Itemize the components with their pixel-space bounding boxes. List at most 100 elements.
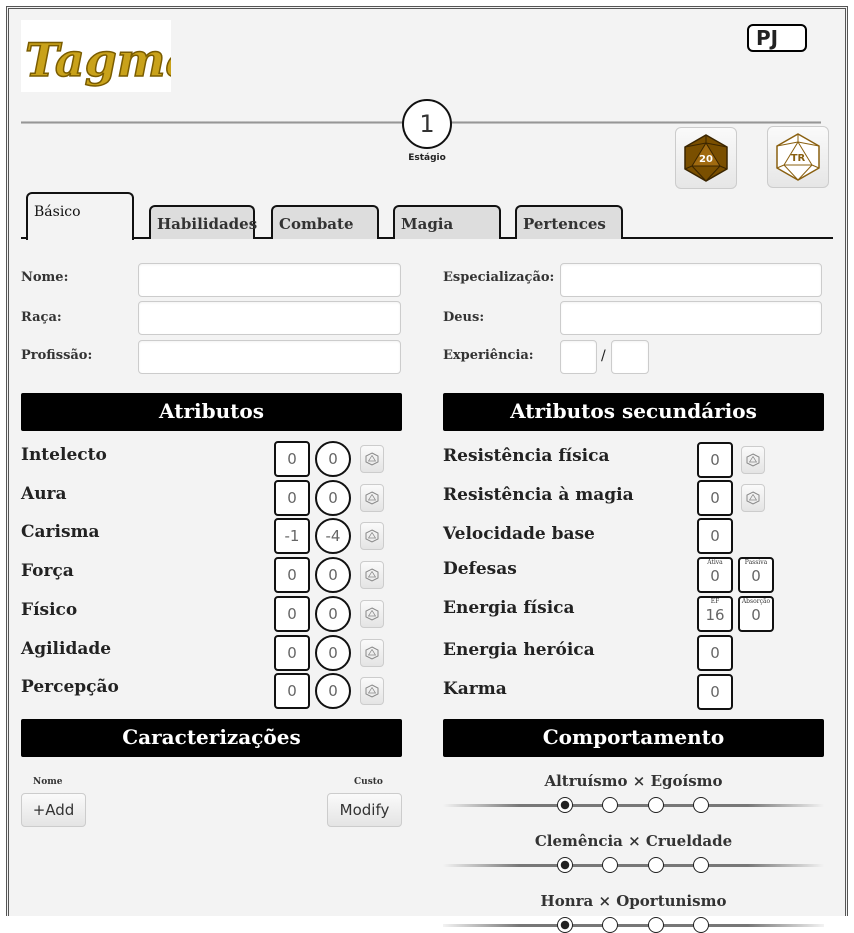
defesa-ativa-caption: Ativa [707,559,723,566]
tab-magia[interactable]: Magia [393,205,501,239]
atributo-agilidade-roll-button[interactable] [360,638,384,667]
atributo-agilidade-label: Agilidade [21,638,112,659]
atributo-fisico-roll-button[interactable] [360,599,384,628]
raca-input[interactable] [138,301,401,335]
resistencia-fisica-roll-button[interactable] [741,446,765,474]
atributo-agilidade-value[interactable]: 0 [274,634,310,671]
defesa-passiva-number: 0 [751,567,761,585]
atributo-carisma-roll-button[interactable] [360,522,384,551]
dice-icon [365,684,379,698]
atributo-aura-roll-button[interactable] [360,483,384,512]
stage-label: Estágio [408,153,446,163]
absorcao-value[interactable]: Absorção 0 [738,596,774,632]
atributo-fisico-value[interactable]: 0 [274,595,310,632]
stage-value[interactable]: 1 [402,99,452,149]
svg-text:20: 20 [699,154,713,165]
atributo-intelecto-label: Intelecto [21,445,107,465]
tab-habilidades[interactable]: Habilidades [149,205,257,239]
resistencia-fisica-label: Resistência física [443,446,610,466]
atributo-intelecto-modifier[interactable]: 0 [315,441,351,477]
scale-option[interactable] [693,857,709,873]
especializacao-label: Especialização: [443,270,555,285]
atributo-agilidade-modifier[interactable]: 0 [315,634,351,671]
scale-track [443,864,824,867]
atributo-forca-value[interactable]: 0 [274,557,310,594]
scale-option[interactable] [557,797,573,813]
scale-option[interactable] [693,917,709,933]
atributo-percepcao-roll-button[interactable] [360,677,384,706]
scale-track [443,924,824,927]
atributo-intelecto-roll-button[interactable] [360,445,384,473]
deus-input[interactable] [560,301,822,335]
atributo-carisma-value[interactable]: -1 [274,518,310,555]
karma-value[interactable]: 0 [697,674,733,710]
scale-option[interactable] [602,797,618,813]
atributo-fisico-modifier[interactable]: 0 [315,595,351,632]
atributo-forca-label: Força [21,561,74,582]
atributo-aura-modifier[interactable]: 0 [315,479,351,516]
atributo-forca-modifier[interactable]: 0 [315,557,351,594]
atributo-fisico-label: Físico [21,599,78,620]
tab-pertences[interactable]: Pertences [515,205,623,239]
caracterizacoes-header: Caracterizações [21,719,402,757]
defesas-label: Defesas [443,559,517,579]
scale-option[interactable] [648,917,664,933]
scale-option[interactable] [602,857,618,873]
velocidade-base-value[interactable]: 0 [697,518,733,554]
player-character-badge: PJ [747,24,807,52]
svg-text:Tagmar: Tagmar [25,33,171,87]
scale-option[interactable] [557,917,573,933]
atributo-forca-roll-button[interactable] [360,561,384,590]
dice-icon [365,529,379,543]
absorcao-number: 0 [751,606,761,624]
nome-input[interactable] [138,263,401,297]
add-caracterizacao-button[interactable]: +Add [21,793,86,827]
experiencia-next-input[interactable] [611,340,649,374]
tagmar-logo: Tagmar [21,20,171,92]
energia-heroica-value[interactable]: 0 [697,635,733,671]
velocidade-base-label: Velocidade base [443,524,595,544]
dice-icon [365,491,379,505]
tr-roll-button[interactable]: TR [767,126,829,188]
tr-dice-icon: TR [776,133,820,181]
svg-text:TR: TR [791,153,806,164]
defesa-ativa-value[interactable]: Ativa 0 [697,557,733,593]
resistencia-fisica-value[interactable]: 0 [697,442,733,478]
scale-option[interactable] [648,797,664,813]
energia-heroica-label: Energia heróica [443,640,595,660]
resistencia-magia-value[interactable]: 0 [697,480,733,516]
dice-icon [365,452,379,466]
scale-option[interactable] [648,857,664,873]
atributo-percepcao-modifier[interactable]: 0 [315,673,351,710]
tab-combate[interactable]: Combate [271,205,379,239]
atributo-aura-value[interactable]: 0 [274,479,310,516]
karma-label: Karma [443,679,507,699]
energia-fisica-value[interactable]: EF 16 [697,596,733,632]
modify-caracterizacao-button[interactable]: Modify [327,793,402,827]
scale-option[interactable] [693,797,709,813]
comportamento-scale-label: Altruísmo × Egoísmo [544,772,723,790]
experiencia-current-input[interactable] [560,340,597,374]
atributo-intelecto-value[interactable]: 0 [274,441,310,477]
absorcao-caption: Absorção [741,598,771,605]
tab-basico[interactable]: Básico [26,192,134,240]
atributo-carisma-label: Carisma [21,522,100,543]
deus-label: Deus: [443,310,485,325]
defesa-passiva-value[interactable]: Passiva 0 [738,557,774,593]
dice-icon [365,645,379,660]
experiencia-label: Experiência: [443,348,534,363]
scale-option[interactable] [557,857,573,873]
d20-roll-button[interactable]: 20 [675,127,737,189]
profissao-input[interactable] [138,340,401,374]
dice-icon [365,568,379,582]
especializacao-input[interactable] [560,263,822,297]
atributo-percepcao-value[interactable]: 0 [274,673,310,710]
defesa-ativa-number: 0 [710,567,720,585]
defesa-passiva-caption: Passiva [744,559,768,566]
scale-option[interactable] [602,917,618,933]
resistencia-magia-roll-button[interactable] [741,484,765,512]
comportamento-scale-label: Clemência × Crueldade [534,832,733,850]
custo-column-label: Custo [354,777,383,787]
nome-column-label: Nome [33,777,63,787]
dice-icon [365,607,379,621]
